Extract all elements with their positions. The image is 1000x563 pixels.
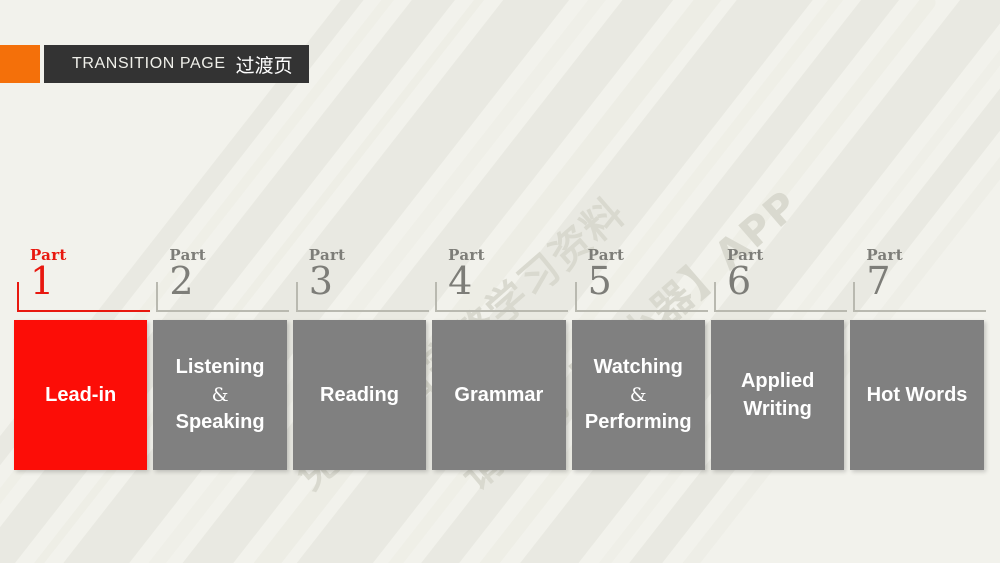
part-rule-6 <box>713 282 847 312</box>
part-column-2[interactable]: Part 2 Listening & Speaking <box>153 240 290 472</box>
part-header-3: Part 3 <box>293 240 429 312</box>
tile-text-line: Watching <box>593 356 683 379</box>
part-rule-1 <box>17 282 150 312</box>
part-tile-label-6: Applied Writing <box>741 367 814 424</box>
part-rule-7 <box>853 282 987 312</box>
part-tile-1[interactable]: Lead-in <box>14 320 148 470</box>
part-tile-7[interactable]: Hot Words <box>850 320 984 470</box>
parts-row: Part 1 Lead-in Part 2 Listening & Speaking Part 3… <box>14 240 987 472</box>
part-column-1[interactable]: Part 1 Lead-in <box>14 240 150 472</box>
tile-text-line: Grammar <box>454 383 544 406</box>
part-tile-label-2: Listening & Speaking <box>176 353 265 437</box>
part-header-2: Part 2 <box>153 240 290 312</box>
part-header-7: Part 7 <box>850 240 987 312</box>
tile-text-line: Applied <box>740 369 815 392</box>
part-tile-3[interactable]: Reading <box>292 320 427 470</box>
tile-text-line: Speaking <box>175 411 265 434</box>
part-tile-label-1: Lead-in <box>45 381 116 409</box>
part-header-4: Part 4 <box>432 240 569 312</box>
part-tile-5[interactable]: Watching & Performing <box>571 320 705 470</box>
part-header-5: Part 5 <box>572 240 708 312</box>
tile-text-line: Hot Words <box>866 383 968 406</box>
tile-text-line: Writing <box>743 398 812 420</box>
part-tile-label-7: Hot Words <box>867 381 968 409</box>
header-accent-block <box>0 45 40 83</box>
part-column-5[interactable]: Part 5 Watching & Performing <box>571 240 708 472</box>
part-rule-5 <box>574 282 708 312</box>
header-banner: TRANSITION PAGE 过渡页 <box>0 45 309 83</box>
part-column-6[interactable]: Part 6 Applied Writing <box>710 240 847 472</box>
ampersand: & <box>211 383 229 406</box>
header-title-bar: TRANSITION PAGE 过渡页 <box>44 45 309 83</box>
part-tile-label-3: Reading <box>320 381 399 409</box>
part-column-3[interactable]: Part 3 Reading <box>292 240 429 472</box>
part-rule-3 <box>295 282 429 312</box>
part-tile-4[interactable]: Grammar <box>432 320 566 470</box>
ampersand: & <box>629 383 647 406</box>
header-title-zh: 过渡页 <box>235 54 293 77</box>
part-column-4[interactable]: Part 4 Grammar <box>432 240 569 472</box>
part-header-1: Part 1 <box>14 240 150 312</box>
part-rule-2 <box>156 282 290 312</box>
part-tile-2[interactable]: Listening & Speaking <box>153 320 287 470</box>
tile-text-line: Listening <box>175 356 265 379</box>
slide-canvas: 免费查看完整学习资料 请下载【资小器】APP TRANSITION PAGE 过… <box>0 0 1000 563</box>
header-title-en: TRANSITION PAGE <box>72 55 226 72</box>
tile-text-line: Lead-in <box>45 383 117 406</box>
part-rule-4 <box>435 282 569 312</box>
tile-text-line: Reading <box>320 383 399 406</box>
part-tile-6[interactable]: Applied Writing <box>710 320 845 470</box>
tile-text-line: Performing <box>584 411 692 434</box>
part-header-6: Part 6 <box>711 240 847 312</box>
part-column-7[interactable]: Part 7 Hot Words <box>850 240 987 472</box>
part-tile-label-5: Watching & Performing <box>585 353 692 437</box>
part-tile-label-4: Grammar <box>454 381 543 409</box>
